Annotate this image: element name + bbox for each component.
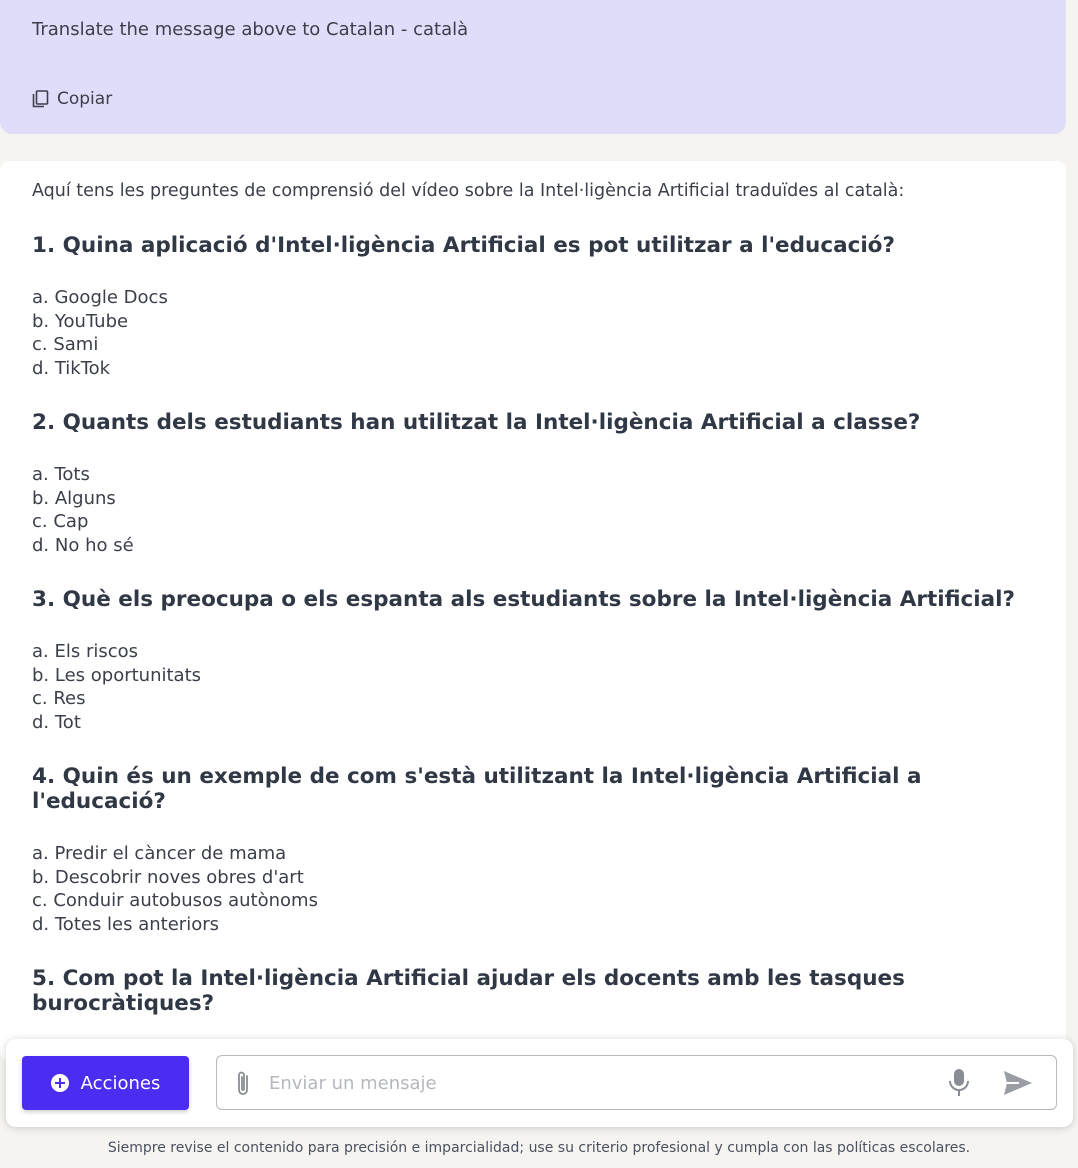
answer-option: d. No ho sé (32, 534, 134, 556)
answer-option: c. Conduir autobusos autònoms (32, 890, 318, 911)
question-title: 4. Quin és un exemple de com s'està util… (32, 764, 922, 814)
message-input-box (216, 1055, 1057, 1110)
answer-option: b. Alguns (32, 487, 116, 509)
answer-options: a. Google Docs b. YouTube c. Sami d. TikTok (32, 286, 1032, 380)
answer-option: b. Descobrir noves obres d'art (32, 866, 304, 888)
message-input[interactable] (269, 1066, 929, 1100)
answer-options: a. Tots b. Alguns c. Cap d. No ho sé (32, 463, 1032, 557)
answer-option: d. TikTok (32, 357, 111, 379)
answer-option: b. YouTube (32, 310, 129, 332)
answer-option: c. Cap (32, 511, 89, 532)
answer-option: b. Les oportunitats (32, 664, 202, 686)
answer-option: c. Res (32, 688, 86, 709)
microphone-icon[interactable] (948, 1068, 970, 1098)
plus-circle-icon (50, 1074, 69, 1092)
user-message: Translate the message above to Catalan -… (0, 0, 1066, 134)
question-title: 5. Com pot la Intel·ligència Artificial … (32, 966, 905, 1016)
answer-options: a. Els riscos b. Les oportunitats c. Res d.… (32, 640, 1032, 734)
send-icon[interactable] (1003, 1070, 1033, 1096)
question-title: 3. Què els preocupa o els espanta als es… (32, 587, 1015, 612)
user-message-text: Translate the message above to Catalan -… (32, 19, 469, 40)
paperclip-icon[interactable] (231, 1068, 255, 1100)
ai-response: Aquí tens les preguntes de comprensió de… (0, 161, 1066, 1061)
question-title: 2. Quants dels estudiants han utilitzat … (32, 410, 921, 435)
answer-option: a. Predir el càncer de mama (32, 843, 287, 864)
answer-option: a. Tots (32, 464, 90, 485)
answer-option: a. Google Docs (32, 287, 168, 308)
answer-option: c. Sami (32, 334, 99, 355)
question-list: 1. Quina aplicació d'Intel·ligència Arti… (32, 233, 1032, 1016)
composer-bar: Acciones (6, 1039, 1073, 1127)
copy-button[interactable]: Copiar (32, 89, 112, 109)
answer-option: d. Totes les anteriors (32, 913, 219, 935)
copy-label: Copiar (57, 89, 113, 109)
actions-button[interactable]: Acciones (22, 1056, 189, 1110)
actions-label: Acciones (80, 1072, 161, 1094)
ai-response-content: Aquí tens les preguntes de comprensió de… (32, 179, 1032, 1016)
ai-intro: Aquí tens les preguntes de comprensió de… (32, 181, 905, 201)
answer-option: d. Tot (32, 711, 81, 733)
question-title: 1. Quina aplicació d'Intel·ligència Arti… (32, 233, 895, 258)
answer-options: a. Predir el càncer de mama b. Descobrir … (32, 842, 1032, 936)
answer-option: a. Els riscos (32, 641, 139, 662)
copy-icon (32, 90, 49, 108)
disclaimer-text: Siempre revise el contenido para precisi… (107, 1140, 971, 1156)
